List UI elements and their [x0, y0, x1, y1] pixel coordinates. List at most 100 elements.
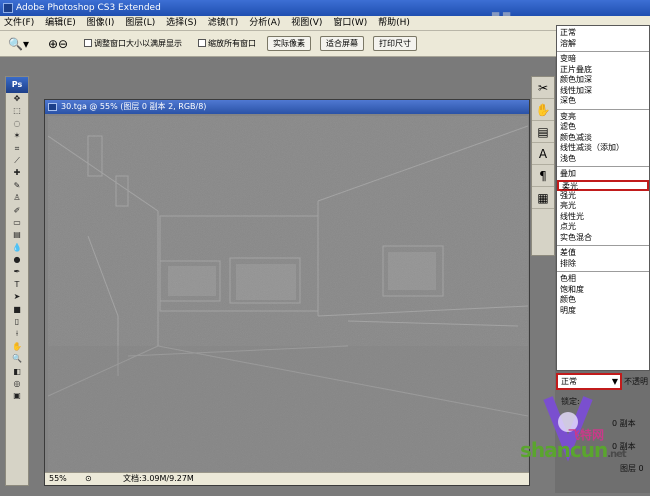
tools-panel: Ps ✥ ⬚ ◌ ✶ ⌗ ⟋ ✚ ✎ ♙ ✐ ▭ ▤ 💧 ● ✒ T ➤ ■ ▯… — [5, 76, 29, 486]
site-watermark: 飞特网 shancun.net — [508, 390, 650, 493]
stamp-tool-icon[interactable]: ♙ — [6, 192, 28, 204]
character-icon[interactable]: A — [532, 143, 554, 165]
blend-mode-select[interactable]: 正常 ▼ — [556, 373, 622, 390]
brushes-icon[interactable]: ✋ — [532, 99, 554, 121]
blend-mode-item[interactable]: 颜色减淡 — [557, 133, 649, 144]
print-size-button[interactable]: 打印尺寸 — [373, 36, 417, 51]
blur-tool-icon[interactable]: 💧 — [6, 242, 28, 254]
app-title: Adobe Photoshop CS3 Extended — [16, 3, 161, 13]
fit-screen-button[interactable]: 适合屏幕 — [320, 36, 364, 51]
app-titlebar: Adobe Photoshop CS3 Extended — [0, 0, 650, 16]
blend-mode-item[interactable]: 线性光 — [557, 212, 649, 223]
zoom-tool-icon[interactable]: 🔍▾ — [8, 37, 29, 51]
paragraph-icon[interactable]: ¶ — [532, 165, 554, 187]
healing-brush-icon[interactable]: ✚ — [6, 167, 28, 179]
shape-tool-icon[interactable]: ■ — [6, 304, 28, 316]
document-statusbar: 55% ⊙ 文档:3.09M/9.27M — [45, 472, 529, 485]
blend-mode-item[interactable]: 线性加深 — [557, 86, 649, 97]
chevron-down-icon: ▼ — [611, 377, 618, 386]
crop-tool-icon[interactable]: ⌗ — [6, 143, 28, 155]
blend-mode-item[interactable]: 差值 — [557, 248, 649, 259]
menu-file[interactable]: 文件(F) — [0, 16, 38, 31]
blend-mode-item[interactable]: 明度 — [557, 306, 649, 317]
magic-wand-icon[interactable]: ✶ — [6, 130, 28, 142]
blend-group-difference: 差值 排除 — [557, 246, 649, 272]
blend-mode-dropdown-list[interactable]: 正常 溶解 变暗 正片叠底 颜色加深 线性加深 深色 变亮 滤色 颜色减淡 线性… — [556, 25, 650, 371]
zoom-all-label: 缩放所有窗口 — [208, 39, 256, 48]
blend-mode-item[interactable]: 强光 — [557, 191, 649, 202]
blend-mode-item[interactable]: 溶解 — [557, 39, 649, 50]
blend-mode-item[interactable]: 变暗 — [557, 54, 649, 65]
menu-analysis[interactable]: 分析(A) — [245, 16, 284, 31]
resize-windows-checkbox[interactable]: 调整窗口大小以满屏显示 — [84, 37, 182, 50]
menu-filter[interactable]: 滤镜(T) — [204, 16, 243, 31]
menu-image[interactable]: 图像(I) — [83, 16, 119, 31]
lasso-tool-icon[interactable]: ◌ — [6, 118, 28, 130]
blend-mode-item[interactable]: 排除 — [557, 259, 649, 270]
blend-mode-item[interactable]: 线性减淡（添加） — [557, 143, 649, 154]
path-select-icon[interactable]: ➤ — [6, 291, 28, 303]
blend-mode-item[interactable]: 色相 — [557, 274, 649, 285]
zoom-level[interactable]: 55% — [49, 473, 67, 485]
embossed-room-image — [48, 116, 528, 472]
opacity-label: 不透明 — [624, 377, 648, 386]
blend-mode-item[interactable]: 正片叠底 — [557, 65, 649, 76]
blend-group-hue: 色相 饱和度 颜色 明度 — [557, 272, 649, 318]
tool-presets-icon[interactable]: ✂ — [532, 77, 554, 99]
blend-mode-current: 正常 — [561, 377, 577, 386]
zoom-tool-icon-small[interactable]: 🔍 — [6, 353, 28, 365]
clone-source-icon[interactable]: ▤ — [532, 121, 554, 143]
menu-view[interactable]: 视图(V) — [287, 16, 326, 31]
status-nav-icon[interactable]: ⊙ — [85, 473, 92, 485]
blend-group-lighten: 变亮 滤色 颜色减淡 线性减淡（添加） 浅色 — [557, 110, 649, 167]
marquee-tool-icon[interactable]: ⬚ — [6, 105, 28, 117]
image-canvas[interactable] — [48, 116, 528, 472]
blend-mode-item[interactable]: 亮光 — [557, 201, 649, 212]
options-bar: 🔍▾ ⊕⊖ 调整窗口大小以满屏显示 缩放所有窗口 实际像素 适合屏幕 打印尺寸 — [0, 31, 650, 57]
menu-help[interactable]: 帮助(H) — [374, 16, 414, 31]
collapsed-panels-dock: ✂ ✋ ▤ A ¶ ▦ — [531, 76, 555, 256]
blend-mode-item[interactable]: 点光 — [557, 222, 649, 233]
brush-tool-icon[interactable]: ✎ — [6, 180, 28, 192]
slice-tool-icon[interactable]: ⟋ — [6, 155, 28, 167]
screen-mode-icon[interactable]: ▣ — [6, 390, 28, 402]
dodge-tool-icon[interactable]: ● — [6, 254, 28, 266]
layer-comps-icon[interactable]: ▦ — [532, 187, 554, 209]
pen-tool-icon[interactable]: ✒ — [6, 266, 28, 278]
zoom-in-out-icon[interactable]: ⊕⊖ — [48, 37, 68, 51]
notes-tool-icon[interactable]: ▯ — [6, 316, 28, 328]
menu-layer[interactable]: 图层(L) — [121, 16, 159, 31]
menu-edit[interactable]: 编辑(E) — [41, 16, 80, 31]
zoom-all-checkbox[interactable]: 缩放所有窗口 — [198, 37, 256, 50]
document-size: 文档:3.09M/9.27M — [123, 474, 194, 483]
document-window: 30.tga @ 55% (图层 0 副本 2, RGB/8) 55% ⊙ 文档… — [44, 99, 530, 486]
blend-group-darken: 变暗 正片叠底 颜色加深 线性加深 深色 — [557, 52, 649, 110]
blend-mode-item[interactable]: 深色 — [557, 96, 649, 107]
eraser-tool-icon[interactable]: ▭ — [6, 217, 28, 229]
blend-mode-item[interactable]: 变亮 — [557, 112, 649, 123]
blend-mode-item[interactable]: 实色混合 — [557, 233, 649, 244]
blend-mode-item[interactable]: 正常 — [557, 28, 649, 39]
eyedropper-tool-icon[interactable]: ⟊ — [6, 328, 28, 340]
blend-group-overlay: 叠加 柔光 强光 亮光 线性光 点光 实色混合 — [557, 167, 649, 246]
blend-mode-item-highlighted[interactable]: 柔光 — [557, 179, 649, 191]
blend-mode-item[interactable]: 叠加 — [557, 169, 649, 180]
type-tool-icon[interactable]: T — [6, 279, 28, 291]
photoshop-icon — [3, 3, 13, 13]
blend-mode-item[interactable]: 颜色加深 — [557, 75, 649, 86]
quick-mask-icon[interactable]: ◎ — [6, 378, 28, 390]
menu-select[interactable]: 选择(S) — [162, 16, 201, 31]
blend-mode-item[interactable]: 饱和度 — [557, 285, 649, 296]
gradient-tool-icon[interactable]: ▤ — [6, 229, 28, 241]
actual-pixels-button[interactable]: 实际像素 — [267, 36, 311, 51]
blend-mode-item[interactable]: 颜色 — [557, 295, 649, 306]
blend-mode-item[interactable]: 浅色 — [557, 154, 649, 165]
menu-window[interactable]: 窗口(W) — [329, 16, 371, 31]
document-titlebar[interactable]: 30.tga @ 55% (图层 0 副本 2, RGB/8) — [45, 100, 529, 114]
hand-tool-icon[interactable]: ✋ — [6, 341, 28, 353]
watermark-suffix: .net — [607, 449, 627, 460]
history-brush-icon[interactable]: ✐ — [6, 205, 28, 217]
color-swatches-icon[interactable]: ◧ — [6, 366, 28, 378]
move-tool-icon[interactable]: ✥ — [6, 93, 28, 105]
blend-mode-item[interactable]: 滤色 — [557, 122, 649, 133]
